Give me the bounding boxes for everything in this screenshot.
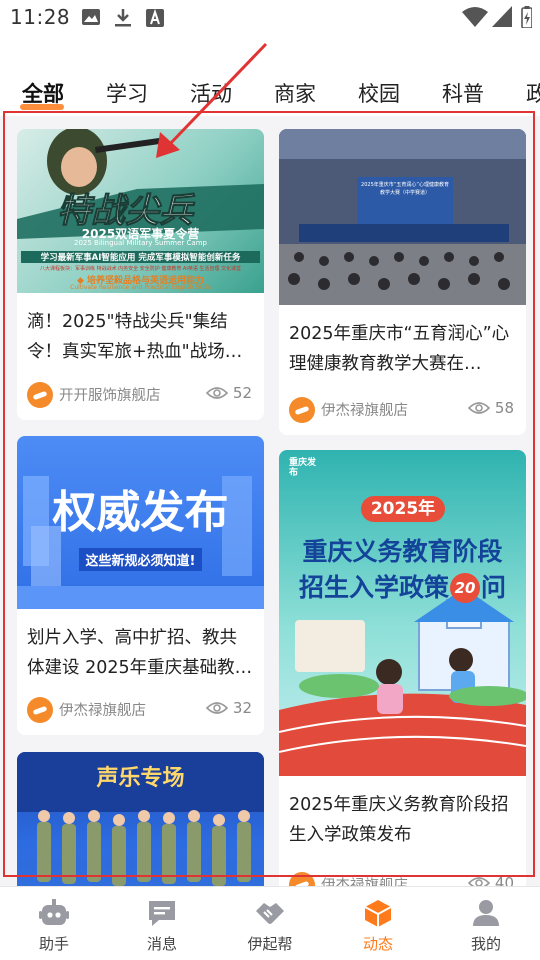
- nav-label: 我的: [470, 935, 501, 953]
- status-time: 11:28: [10, 5, 71, 29]
- card-image-camp: 特战尖兵 2025双语军事夏令营 2025 Bilingual Military…: [17, 129, 264, 293]
- announcement-title: 权威发布: [52, 487, 229, 538]
- conference-banner-text: 2025年重庆市“五育润心”心理健康教育教学大赛（中学赛道）: [361, 182, 449, 196]
- nav-feed[interactable]: 动态: [324, 887, 432, 960]
- policy-logo: 重庆发布: [289, 458, 317, 478]
- tab-policy[interactable]: 政: [526, 78, 540, 110]
- eye-icon: [468, 877, 490, 886]
- view-count: 52: [232, 384, 252, 402]
- camp-goal-en: Cultivate Resilience and Practical Engli…: [70, 284, 211, 291]
- shop-logo-icon: [27, 382, 53, 408]
- card-meta: 伊杰禄旗舰店 58: [289, 397, 514, 423]
- shop-logo-icon: [289, 397, 315, 423]
- card-meta: 开开服饰旗舰店 52: [27, 382, 252, 408]
- eye-icon: [206, 702, 228, 714]
- card-image-policy: 重庆发布 2025年 重庆义务教育阶段 招生入学政策 20 问: [279, 450, 526, 776]
- shop-name[interactable]: 开开服饰旗舰店: [59, 384, 161, 405]
- tab-study[interactable]: 学习: [106, 78, 148, 110]
- nav-label: 消息: [146, 935, 177, 953]
- tab-merchant[interactable]: 商家: [274, 78, 316, 110]
- category-tabs: 全部 学习 活动 商家 校园 科普 政: [0, 78, 540, 114]
- message-icon: [149, 901, 175, 926]
- cube-icon: [364, 900, 392, 927]
- concert-title: 声乐专场: [96, 766, 185, 791]
- download-icon: [115, 9, 131, 27]
- signal-icon: [492, 6, 512, 27]
- shop-logo-icon: [27, 697, 53, 723]
- view-count: 32: [232, 699, 252, 717]
- robot-icon: [39, 899, 69, 925]
- card-meta: 伊杰禄旗舰店 32: [27, 697, 252, 723]
- feed-card[interactable]: 声乐专场: [17, 752, 264, 886]
- tab-science[interactable]: 科普: [442, 78, 484, 110]
- feed[interactable]: 特战尖兵 2025双语军事夏令营 2025 Bilingual Military…: [0, 116, 540, 886]
- policy-title-line2: 招生入学政策 20 问: [279, 568, 526, 604]
- card-image-announcement: 权威发布 这些新规必须知道!: [17, 436, 264, 609]
- view-count: 58: [494, 399, 514, 417]
- shop-name[interactable]: 伊杰禄旗舰店: [59, 699, 146, 720]
- person-icon: [473, 900, 499, 926]
- eye-icon: [206, 387, 228, 399]
- view-count: 40: [494, 874, 514, 886]
- tab-campus[interactable]: 校园: [358, 78, 400, 110]
- card-title[interactable]: 划片入学、高中扩招、教共体建设 2025年重庆基础教…: [17, 623, 264, 683]
- tab-activity[interactable]: 活动: [190, 78, 232, 110]
- card-meta: 伊杰禄旗舰店 40: [289, 872, 514, 886]
- text-a-icon: [146, 9, 164, 27]
- card-image-concert: 声乐专场: [17, 752, 264, 886]
- bottom-navigation: 助手 消息 伊起帮 动态 我的: [0, 886, 540, 960]
- card-image-conference: 2025年重庆市“五育润心”心理健康教育教学大赛（中学赛道）: [279, 129, 526, 305]
- battery-icon: [521, 6, 532, 28]
- image-icon: [82, 9, 100, 25]
- policy-year-badge: 2025年: [361, 496, 445, 522]
- conference-hall: [279, 129, 526, 305]
- handshake-icon: [256, 903, 284, 924]
- feed-card[interactable]: 权威发布 这些新规必须知道! 划片入学、高中扩招、教共体建设 2025年重庆基础…: [17, 436, 264, 735]
- card-title[interactable]: 滴！2025"特战尖兵"集结令！真实军旅+热血"战场…: [17, 307, 264, 367]
- shop-name[interactable]: 伊杰禄旗舰店: [321, 399, 408, 420]
- active-tab-indicator: [20, 104, 64, 110]
- card-title[interactable]: 2025年重庆义务教育阶段招生入学政策发布: [279, 790, 526, 850]
- camp-subtitle-en: 2025 Bilingual Military Summer Camp: [74, 239, 207, 247]
- camp-slogan: 学习最新军事AI智能应用 完成军事模拟智能创新任务: [21, 251, 260, 263]
- shop-logo-icon: [289, 872, 315, 886]
- wifi-icon: [462, 7, 488, 27]
- status-bar: 11:28: [0, 0, 540, 36]
- policy-number-badge: 20: [450, 573, 480, 603]
- feed-card[interactable]: 2025年重庆市“五育润心”心理健康教育教学大赛（中学赛道） 2025年重庆市“…: [279, 129, 526, 435]
- policy-title-text: 招生入学政策: [298, 573, 449, 602]
- feed-card[interactable]: 特战尖兵 2025双语军事夏令营 2025 Bilingual Military…: [17, 129, 264, 420]
- policy-title-line1: 重庆义务教育阶段: [302, 537, 503, 566]
- policy-title-suffix: 问: [481, 573, 507, 602]
- feed-card[interactable]: 重庆发布 2025年 重庆义务教育阶段 招生入学政策 20 问 2025年重庆义务教…: [279, 450, 526, 886]
- nav-label: 伊起帮: [247, 935, 293, 953]
- nav-label: 动态: [362, 935, 393, 953]
- announcement-subtitle: 这些新规必须知道!: [79, 548, 202, 571]
- nav-profile[interactable]: 我的: [432, 887, 540, 960]
- nav-help[interactable]: 伊起帮: [216, 887, 324, 960]
- camp-courses: 八大课程板块：军事训练 特战战术 内务安全 安全防护 健康教育 AI英语 生活自…: [39, 266, 242, 272]
- nav-assistant[interactable]: 助手: [0, 887, 108, 960]
- nav-messages[interactable]: 消息: [108, 887, 216, 960]
- nav-label: 助手: [38, 935, 69, 953]
- shop-name[interactable]: 伊杰禄旗舰店: [321, 874, 408, 886]
- eye-icon: [468, 402, 490, 414]
- card-title[interactable]: 2025年重庆市“五育润心”心理健康教育教学大赛在…: [279, 319, 526, 379]
